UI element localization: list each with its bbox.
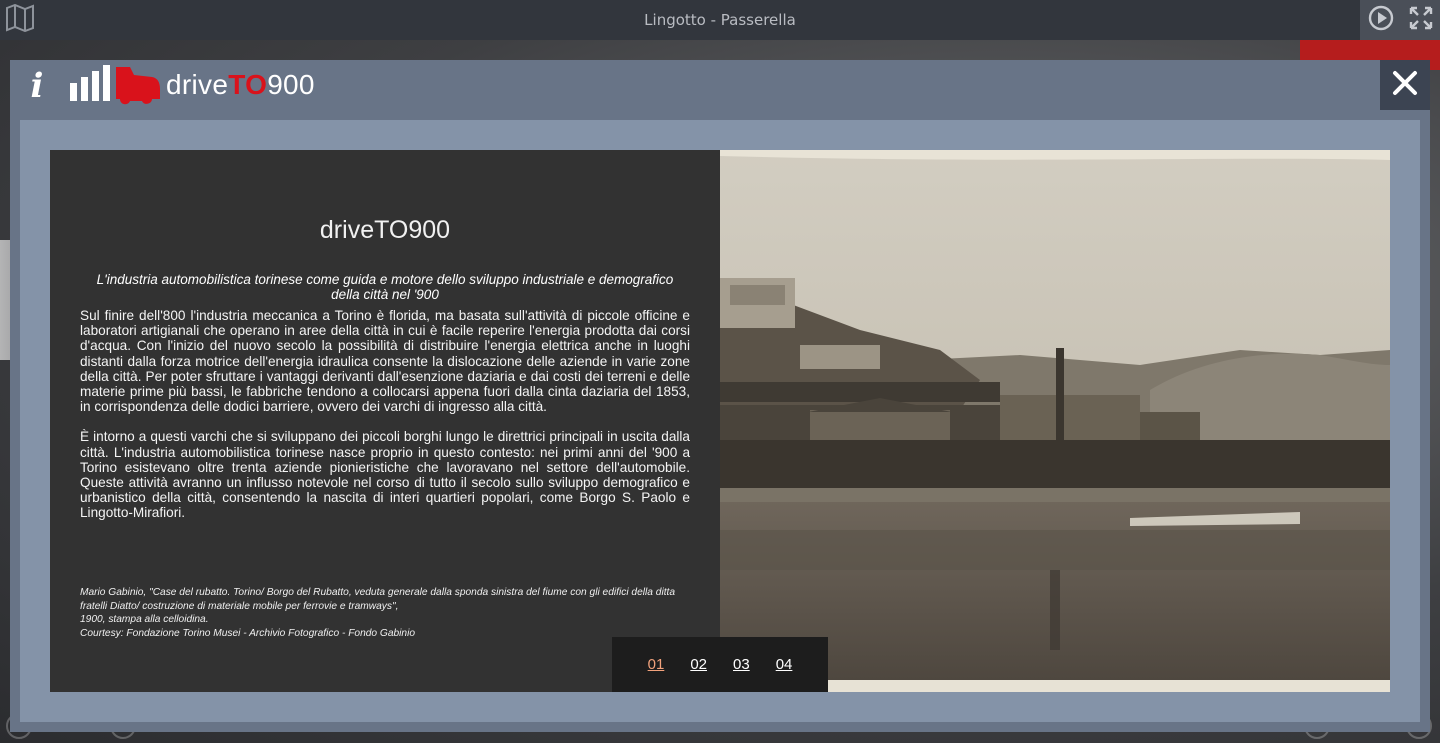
page-link-02[interactable]: 02 — [690, 656, 707, 673]
article-subtitle: L'industria automobilistica torinese com… — [96, 272, 674, 302]
credit-line: Mario Gabinio, "Case del rubatto. Torino… — [80, 587, 676, 612]
credit-line: Courtesy: Fondazione Torino Musei - Arch… — [80, 627, 416, 639]
article-panel: driveTO900 L'industria automobilistica t… — [50, 150, 720, 692]
page-link-04[interactable]: 04 — [776, 656, 793, 673]
fullscreen-icon[interactable] — [1408, 5, 1434, 35]
info-modal: i driveTO900 driveTO900 L'industria auto… — [10, 60, 1430, 732]
driveto900-logo: driveTO900 — [68, 62, 315, 108]
play-icon[interactable] — [1367, 4, 1395, 36]
close-icon — [1392, 70, 1418, 100]
window-title: Lingotto - Passerella — [644, 11, 796, 29]
article-paragraph: È intorno a questi varchi che si svilupp… — [80, 429, 690, 521]
photo-credit: Mario Gabinio, "Case del rubatto. Torino… — [80, 586, 690, 640]
close-button[interactable] — [1380, 60, 1430, 110]
article-paragraph: Sul finire dell'800 l'industria meccanic… — [80, 308, 690, 415]
modal-header: i driveTO900 — [10, 60, 1430, 110]
top-bar: Lingotto - Passerella — [0, 0, 1440, 40]
page-link-01[interactable]: 01 — [648, 656, 665, 673]
credit-line: 1900, stampa alla celloidina. — [80, 614, 209, 625]
historical-photo — [720, 150, 1390, 692]
logo-text: driveTO900 — [166, 69, 315, 100]
info-icon[interactable]: i — [24, 68, 50, 104]
logo-bars-car-icon — [70, 65, 160, 105]
window-controls — [1360, 0, 1440, 40]
article-body[interactable]: Sul finire dell'800 l'industria meccanic… — [80, 308, 690, 536]
article-title: driveTO900 — [319, 216, 451, 244]
page-selector: 01 02 03 04 — [612, 637, 828, 692]
page-link-03[interactable]: 03 — [733, 656, 750, 673]
